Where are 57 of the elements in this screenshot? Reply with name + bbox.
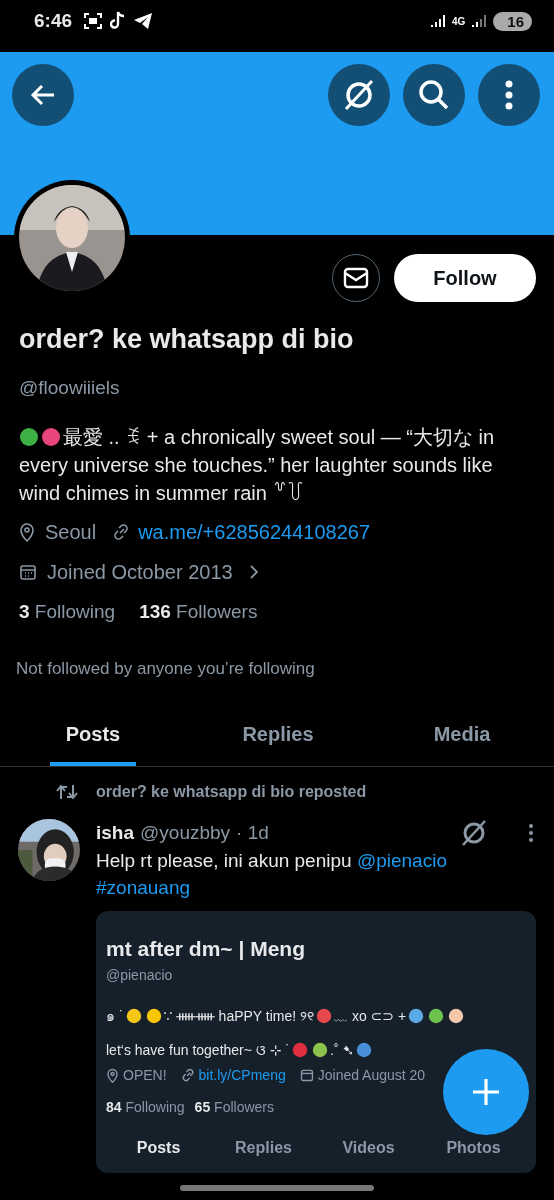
bio-text: 最愛 .. ꉂ + a chronically sweet soul — “大切な in every universe she touches.” her laughter sounds like wind chimes in summer rain ꒷꒦ (19, 426, 495, 504)
card-bio-text: ﹏ xo ⊂⊃ + (334, 1008, 407, 1024)
screenshot-icon (83, 12, 104, 30)
music-note-icon (110, 11, 127, 31)
card-location: OPEN! (123, 1067, 167, 1083)
calendar-icon (19, 563, 37, 581)
battery-indicator: 16 (493, 11, 532, 31)
post-text: Help rt please, ini akun penipu @pienacio #zonauang (96, 849, 448, 900)
card-tab-label: Photos (445, 1139, 502, 1157)
chevron-right-icon (248, 564, 259, 580)
repost-label: order? ke whatsapp di bio reposted (96, 783, 367, 801)
profile-tab[interactable]: Replies (186, 723, 370, 766)
profile-name: order? ke whatsapp di bio (19, 324, 355, 355)
location-icon (106, 1067, 119, 1083)
status-time: 6:46 (34, 10, 73, 32)
link-icon (112, 523, 131, 541)
post-time: · 1d (236, 822, 269, 844)
card-tab-label: Replies (234, 1139, 293, 1157)
plus-icon (471, 1077, 501, 1107)
card-bio-text: ∵ ᚔᚔ haPPY time! ୨୧ (163, 1008, 315, 1024)
card-profile-name: mt after dm~ | Meng (106, 937, 306, 961)
followers-link[interactable]: 136 Followers (139, 601, 258, 623)
mention-link[interactable]: @pienacio (356, 850, 447, 871)
card-tab-label: Posts (135, 1139, 182, 1157)
card-tab-label: Videos (341, 1139, 396, 1157)
location-icon (19, 522, 35, 542)
search-icon (418, 79, 450, 111)
repost-icon (56, 783, 78, 801)
signal-icon (430, 14, 445, 28)
link-icon (180, 1068, 195, 1082)
message-button[interactable] (332, 254, 380, 302)
joined-date: Joined October 2013 (47, 560, 233, 584)
slashed-circle-icon (342, 78, 376, 112)
post-handle: @youzbby (140, 822, 231, 844)
profile-handle: @floowiiiels (19, 377, 121, 399)
calendar-icon (299, 1068, 314, 1082)
bio-link[interactable]: wa.me/+62856244108267 (138, 520, 371, 544)
signal-icon (472, 14, 487, 28)
follow-button[interactable]: Follow (394, 254, 536, 302)
card-bio-text: .˚ ➷ (330, 1042, 355, 1058)
card-followers: 65 Followers (194, 1099, 274, 1115)
not-followed-note: Not followed by anyone you’re following (15, 659, 316, 679)
network-label: 4G (451, 15, 466, 27)
card-following: 84 Following (106, 1099, 185, 1115)
card-handle: @pienacio (106, 967, 174, 983)
following-link[interactable]: 3 Following (19, 601, 116, 623)
card-joined: Joined August 20 (317, 1067, 426, 1083)
card-bio-text: ๑ ˙ (106, 1008, 124, 1024)
paper-plane-icon (133, 12, 154, 30)
hashtag-link[interactable]: #zonauang (96, 877, 191, 898)
post-author: isha (96, 822, 135, 844)
more-icon[interactable] (528, 823, 534, 843)
profile-tab[interactable]: Media (370, 723, 554, 766)
more-icon (505, 80, 513, 110)
card-bio-text: let‘s have fun together~ ଓ ⊹ ˙ (106, 1042, 290, 1058)
location-text: Seoul (45, 520, 97, 544)
envelope-icon (343, 267, 369, 289)
